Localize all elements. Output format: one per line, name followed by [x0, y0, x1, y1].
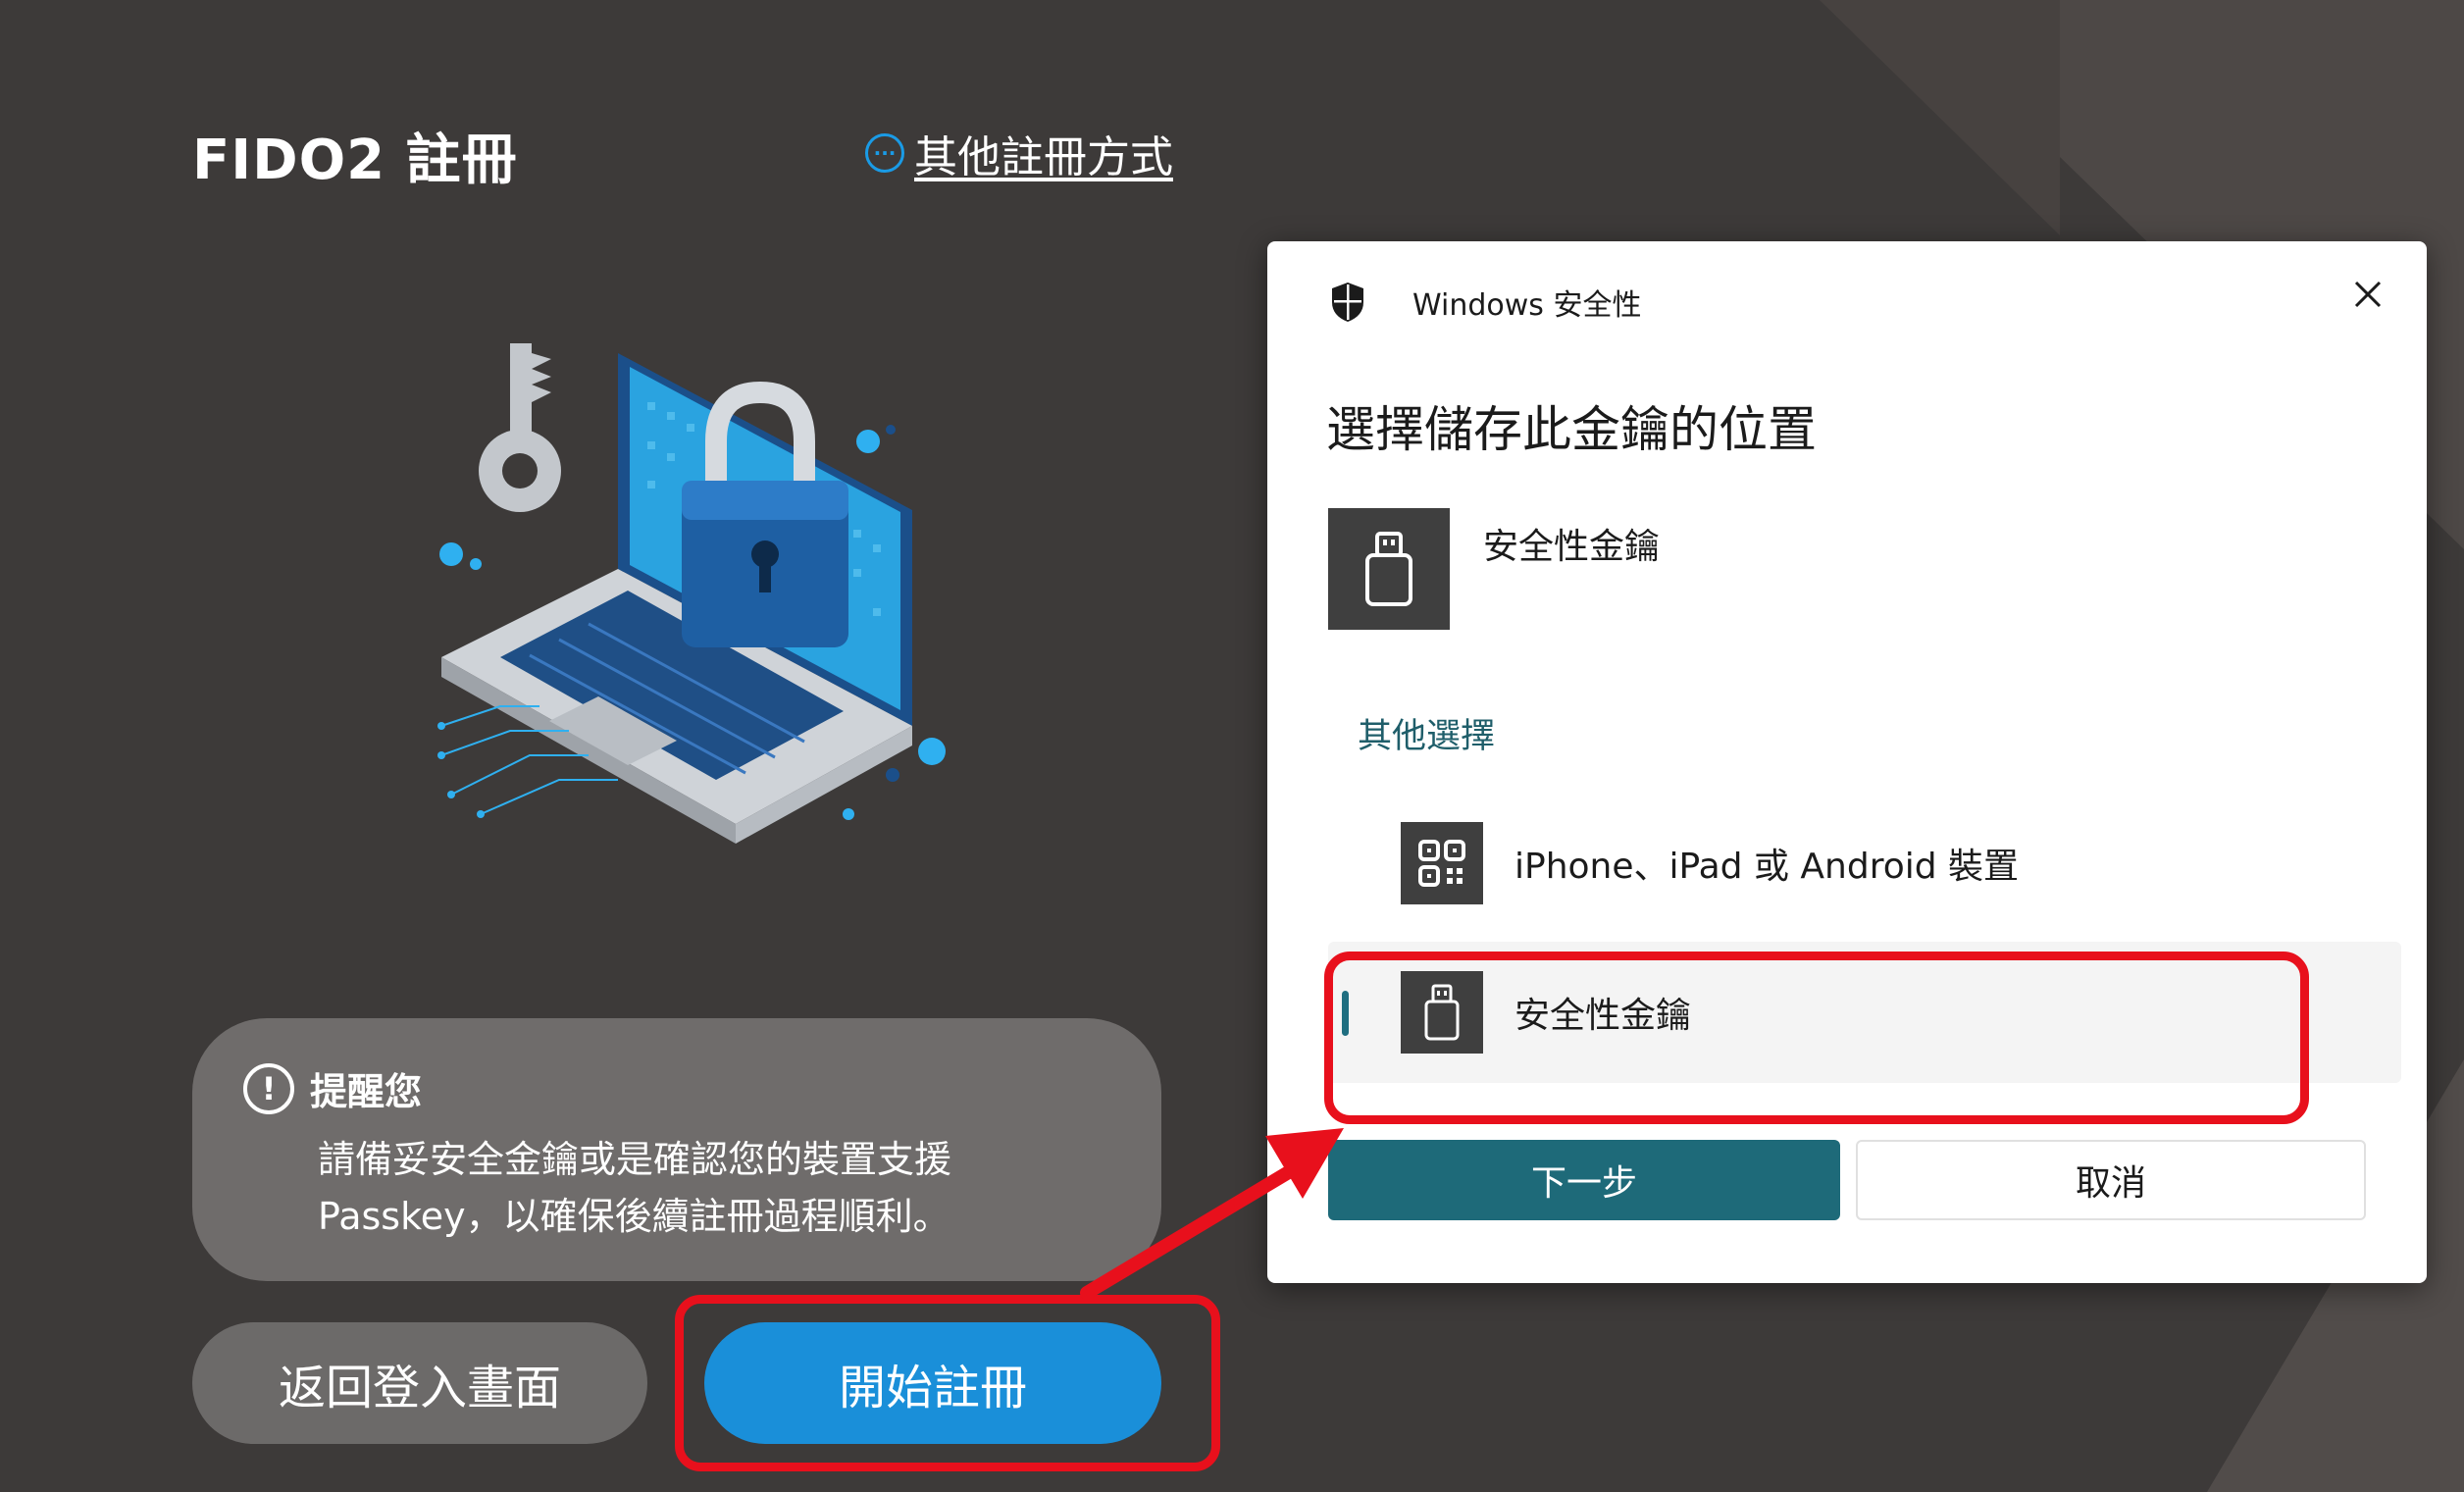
primary-option-label: 安全性金鑰 [1483, 527, 1661, 567]
windows-security-dialog: Windows 安全性 選擇儲存此金鑰的位置 安全性金鑰 其他選擇 iPhone… [1267, 241, 2427, 1283]
shield-icon [1332, 283, 1363, 322]
dialog-app-title: Windows 安全性 [1412, 288, 1642, 323]
other-options-label: 其他選擇 [1358, 717, 1496, 756]
page-title: FIDO2 註冊 [192, 129, 518, 192]
laptop-lock-illustration [437, 343, 946, 844]
dialog-heading: 選擇儲存此金鑰的位置 [1326, 401, 1817, 458]
highlight-start-button [675, 1295, 1220, 1471]
other-methods-link[interactable]: ··· 其他註冊方式 [865, 122, 1173, 184]
primary-option-security-key[interactable]: 安全性金鑰 [1328, 508, 1660, 630]
option-phone-label: iPhone、iPad 或 Android 裝置 [1514, 847, 2020, 887]
more-dots-icon: ··· [865, 133, 904, 173]
usb-key-icon [1328, 508, 1450, 630]
highlight-security-key-option [1324, 952, 2309, 1124]
back-to-login-button[interactable]: 返回登入畫面 [192, 1322, 647, 1444]
qr-code-icon [1401, 822, 1483, 904]
cancel-button[interactable]: 取消 [1856, 1140, 2366, 1220]
notice-body: 請備妥安全金鑰或是確認您的裝置支援 Passkey，以確保後續註冊過程順利。 [318, 1138, 952, 1238]
reminder-notice: ! 提醒您 請備妥安全金鑰或是確認您的裝置支援 Passkey，以確保後續註冊過… [192, 1018, 1161, 1281]
info-icon: ! [243, 1062, 294, 1114]
next-button[interactable]: 下一步 [1328, 1140, 1840, 1220]
close-icon [2354, 281, 2382, 308]
other-methods-label: 其他註冊方式 [914, 132, 1173, 182]
notice-title: 提醒您 [310, 1070, 423, 1113]
close-button[interactable] [2338, 265, 2397, 324]
option-phone-device[interactable]: iPhone、iPad 或 Android 裝置 [1328, 793, 2401, 934]
